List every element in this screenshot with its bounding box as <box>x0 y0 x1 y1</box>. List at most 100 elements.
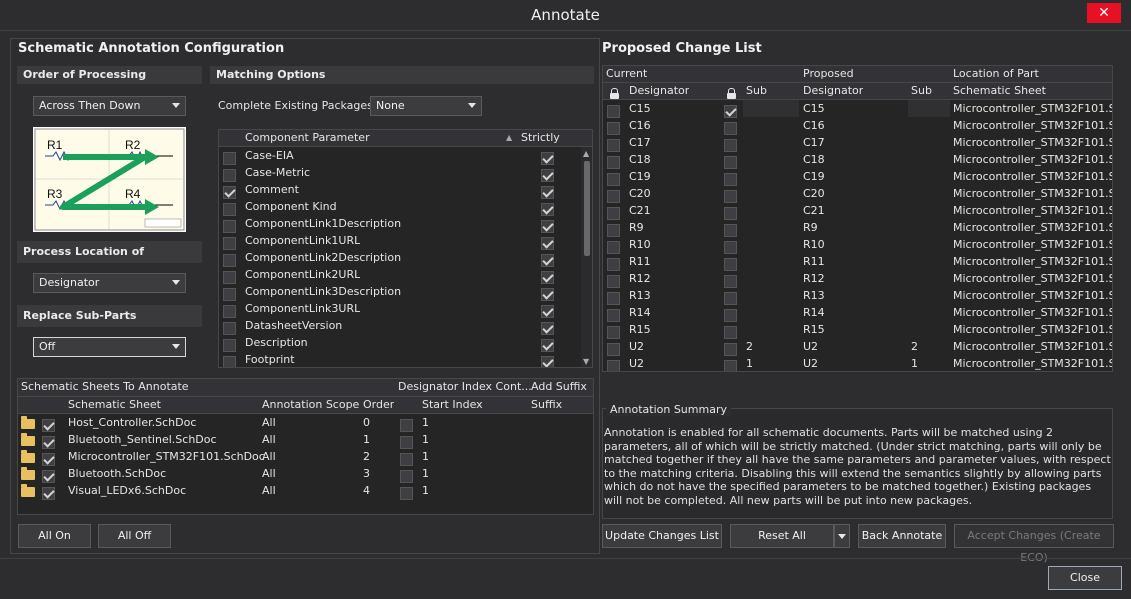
col-schematic-sheet[interactable]: Schematic Sheet <box>68 397 161 413</box>
parameter-row[interactable]: ComponentLink3URL <box>219 300 592 318</box>
start-index-checkbox[interactable] <box>400 435 413 449</box>
start-index-checkbox[interactable] <box>400 418 413 432</box>
current-lock-checkbox[interactable] <box>607 121 620 135</box>
update-changes-button[interactable]: Update Changes List <box>602 524 722 548</box>
strictly-checkbox[interactable] <box>541 185 554 199</box>
current-lock-checkbox[interactable] <box>607 223 620 237</box>
start-index-checkbox[interactable] <box>400 452 413 466</box>
col-proposed-designator[interactable]: Designator <box>803 83 863 99</box>
change-row[interactable]: R14 R14 Microcontroller_STM32F101.Sch <box>603 304 1112 322</box>
sheet-order[interactable]: 2 <box>363 448 370 465</box>
reset-all-button[interactable]: Reset All <box>730 524 834 548</box>
sheet-checkbox[interactable] <box>42 469 55 483</box>
parameter-checkbox[interactable] <box>223 355 236 367</box>
strictly-checkbox[interactable] <box>541 304 554 318</box>
complete-packages-dropdown[interactable]: None <box>370 96 482 116</box>
sheet-order[interactable]: 0 <box>363 414 370 431</box>
sheet-start-index[interactable]: 1 <box>422 431 429 448</box>
parameter-row[interactable]: Footprint <box>219 351 592 367</box>
strictly-checkbox[interactable] <box>541 168 554 182</box>
strictly-checkbox[interactable] <box>541 151 554 165</box>
col-proposed-sub[interactable]: Sub <box>911 83 932 99</box>
sub-lock-checkbox[interactable] <box>724 121 737 135</box>
sheet-start-index[interactable]: 1 <box>422 448 429 465</box>
current-lock-checkbox[interactable] <box>607 138 620 152</box>
sub-lock-checkbox[interactable] <box>724 206 737 220</box>
accept-changes-button[interactable]: Accept Changes (Create ECO) <box>954 524 1114 564</box>
close-icon[interactable]: ✕ <box>1087 3 1121 23</box>
change-row[interactable]: R10 R10 Microcontroller_STM32F101.Sch <box>603 236 1112 254</box>
sheet-scope[interactable]: All <box>262 414 276 431</box>
sheet-start-index[interactable]: 1 <box>422 482 429 499</box>
parameter-checkbox[interactable] <box>223 151 236 165</box>
parameter-row[interactable]: Case-EIA <box>219 147 592 165</box>
parameter-row[interactable]: Component Kind <box>219 198 592 216</box>
sheet-start-index[interactable]: 1 <box>422 465 429 482</box>
parameter-checkbox[interactable] <box>223 270 236 284</box>
sheet-order[interactable]: 1 <box>363 431 370 448</box>
sheet-checkbox[interactable] <box>42 452 55 466</box>
strictly-checkbox[interactable] <box>541 338 554 352</box>
parameter-checkbox[interactable] <box>223 185 236 199</box>
strictly-checkbox[interactable] <box>541 270 554 284</box>
change-row[interactable]: U2 1 U2 1 Microcontroller_STM32F101.Sch <box>603 355 1112 371</box>
parameter-checkbox[interactable] <box>223 304 236 318</box>
scroll-thumb[interactable] <box>584 161 590 256</box>
parameter-row[interactable]: Case-Metric <box>219 164 592 182</box>
back-annotate-button[interactable]: Back Annotate <box>858 524 946 548</box>
change-row[interactable]: C20 C20 Microcontroller_STM32F101.Sch <box>603 185 1112 203</box>
parameter-row[interactable]: DatasheetVersion <box>219 317 592 335</box>
current-lock-checkbox[interactable] <box>607 291 620 305</box>
sub-lock-checkbox[interactable] <box>724 223 737 237</box>
parameter-checkbox[interactable] <box>223 202 236 216</box>
strictly-checkbox[interactable] <box>541 287 554 301</box>
col-component-parameter[interactable]: Component Parameter <box>245 130 370 146</box>
current-lock-checkbox[interactable] <box>607 189 620 203</box>
change-row[interactable]: C19 C19 Microcontroller_STM32F101.Sch <box>603 168 1112 186</box>
parameter-checkbox[interactable] <box>223 168 236 182</box>
sheet-scope[interactable]: All <box>262 465 276 482</box>
col-current-sub[interactable]: Sub <box>746 83 767 99</box>
col-current-designator[interactable]: Designator <box>629 83 689 99</box>
start-index-checkbox[interactable] <box>400 469 413 483</box>
current-lock-checkbox[interactable] <box>607 155 620 169</box>
sheet-start-index[interactable]: 1 <box>422 414 429 431</box>
replace-subparts-dropdown[interactable]: Off <box>33 337 186 357</box>
current-lock-checkbox[interactable] <box>607 104 620 118</box>
current-lock-checkbox[interactable] <box>607 325 620 339</box>
parameter-checkbox[interactable] <box>223 321 236 335</box>
sheet-checkbox[interactable] <box>42 435 55 449</box>
col-schematic-sheet[interactable]: Schematic Sheet <box>953 83 1046 99</box>
sub-lock-checkbox[interactable] <box>724 274 737 288</box>
sub-lock-checkbox[interactable] <box>724 342 737 356</box>
parameter-row[interactable]: ComponentLink1URL <box>219 232 592 250</box>
change-row[interactable]: C16 C16 Microcontroller_STM32F101.Sch <box>603 117 1112 135</box>
col-suffix[interactable]: Suffix <box>531 397 562 413</box>
sub-lock-checkbox[interactable] <box>724 104 737 118</box>
sub-lock-checkbox[interactable] <box>724 359 737 371</box>
scroll-down-icon[interactable]: ▼ <box>583 357 589 366</box>
change-row[interactable]: R9 R9 Microcontroller_STM32F101.Sch <box>603 219 1112 237</box>
sub-lock-checkbox[interactable] <box>724 240 737 254</box>
current-lock-checkbox[interactable] <box>607 240 620 254</box>
sheet-row[interactable]: Host_Controller.SchDoc All 0 1 <box>18 414 593 432</box>
parameter-row[interactable]: Comment <box>219 181 592 199</box>
strictly-checkbox[interactable] <box>541 236 554 250</box>
current-lock-checkbox[interactable] <box>607 274 620 288</box>
sub-lock-checkbox[interactable] <box>724 189 737 203</box>
col-start-index[interactable]: Start Index <box>422 397 483 413</box>
parameter-row[interactable]: ComponentLink1Description <box>219 215 592 233</box>
sheet-row[interactable]: Microcontroller_STM32F101.SchDoc All 2 1 <box>18 448 593 466</box>
scroll-up-icon[interactable]: ▲ <box>583 149 589 158</box>
sheet-checkbox[interactable] <box>42 418 55 432</box>
parameter-checkbox[interactable] <box>223 236 236 250</box>
order-of-processing-dropdown[interactable]: Across Then Down <box>33 96 186 116</box>
sub-lock-checkbox[interactable] <box>724 155 737 169</box>
all-on-button[interactable]: All On <box>18 524 91 548</box>
col-annotation-scope[interactable]: Annotation Scope <box>262 397 359 413</box>
sheet-checkbox[interactable] <box>42 486 55 500</box>
parameter-row[interactable]: ComponentLink2Description <box>219 249 592 267</box>
current-lock-checkbox[interactable] <box>607 257 620 271</box>
sheet-order[interactable]: 3 <box>363 465 370 482</box>
change-row[interactable]: R11 R11 Microcontroller_STM32F101.Sch <box>603 253 1112 271</box>
